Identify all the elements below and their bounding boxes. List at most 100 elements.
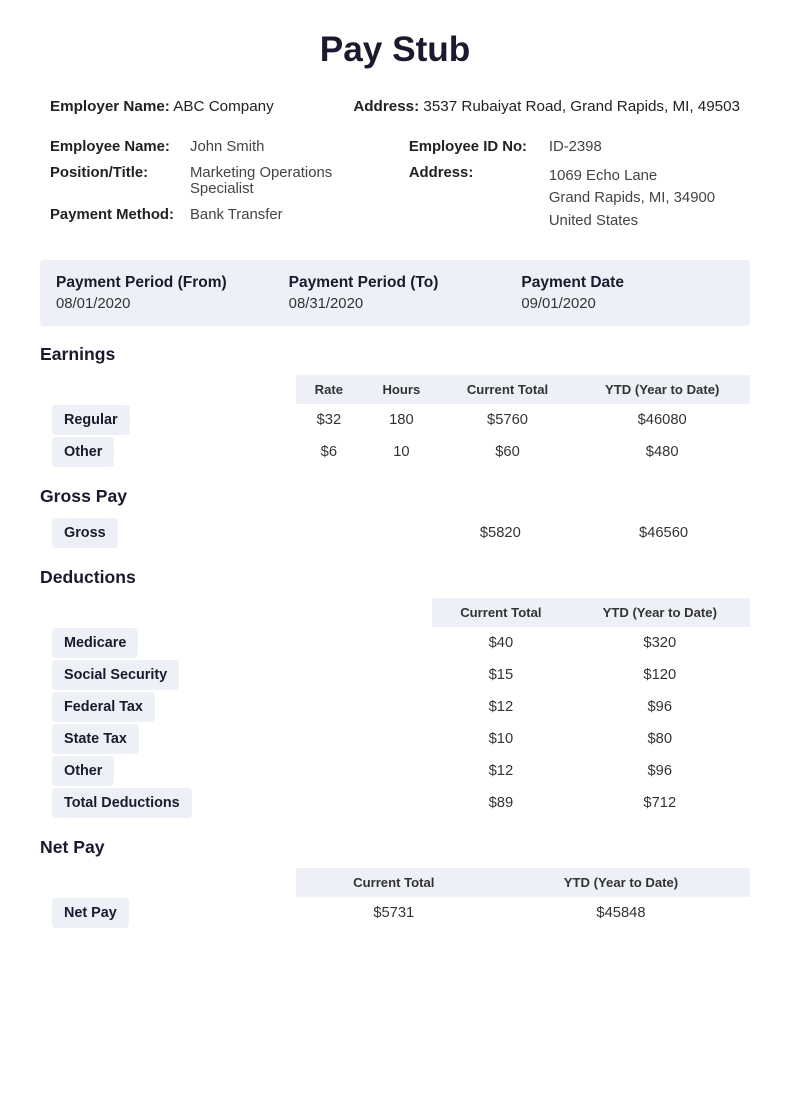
deductions-row-ytd: $96: [570, 755, 750, 787]
deductions-col-empty: [40, 598, 296, 627]
deductions-row: Medicare $40 $320: [40, 627, 750, 659]
gross-current: $5820: [424, 517, 578, 549]
page-title: Pay Stub: [40, 30, 750, 70]
deductions-row-ytd: $712: [570, 787, 750, 819]
deductions-row-ytd: $80: [570, 723, 750, 755]
period-date-label: Payment Date: [521, 274, 734, 292]
earnings-row-rate: $6: [296, 436, 363, 468]
earnings-table: Rate Hours Current Total YTD (Year to Da…: [40, 375, 750, 468]
deductions-row-ytd: $320: [570, 627, 750, 659]
gross-ytd: $46560: [577, 517, 750, 549]
net-pay-row: Net Pay $5731 $45848: [40, 897, 750, 929]
earnings-row-current: $5760: [441, 404, 575, 436]
deductions-table: Current Total YTD (Year to Date) Medicar…: [40, 598, 750, 819]
net-pay-ytd: $45848: [492, 897, 750, 929]
employer-section: Employer Name: ABC Company Address: 3537…: [40, 98, 750, 115]
period-date-value: 09/01/2020: [521, 296, 734, 312]
position-value: Marketing Operations Specialist: [190, 165, 381, 197]
employer-left: Employer Name: ABC Company: [50, 98, 274, 115]
period-from-col: Payment Period (From) 08/01/2020: [56, 274, 269, 312]
deductions-row: Total Deductions $89 $712: [40, 787, 750, 819]
deductions-row-ytd: $96: [570, 691, 750, 723]
earnings-col-current: Current Total: [441, 375, 575, 404]
deductions-row-label: State Tax: [52, 724, 139, 754]
net-pay-label: Net Pay: [52, 898, 129, 928]
earnings-row: Regular $32 180 $5760 $46080: [40, 404, 750, 436]
earnings-title: Earnings: [40, 344, 750, 365]
deductions-row-current: $40: [432, 627, 569, 659]
deductions-row-label: Total Deductions: [52, 788, 192, 818]
employer-name-value: ABC Company: [173, 98, 273, 115]
deductions-col-spacer: [296, 598, 433, 627]
period-to-value: 08/31/2020: [289, 296, 502, 312]
deductions-col-current: Current Total: [432, 598, 569, 627]
deductions-col-ytd: YTD (Year to Date): [570, 598, 750, 627]
employee-name-value: John Smith: [190, 139, 264, 155]
deductions-row: Other $12 $96: [40, 755, 750, 787]
net-pay-table: Current Total YTD (Year to Date) Net Pay…: [40, 868, 750, 929]
position-label: Position/Title:: [50, 165, 190, 197]
earnings-row-rate: $32: [296, 404, 363, 436]
earnings-col-empty: [40, 375, 296, 404]
earnings-row: Other $6 10 $60 $480: [40, 436, 750, 468]
employer-right: Address: 3537 Rubaiyat Road, Grand Rapid…: [353, 98, 740, 115]
payment-method-value: Bank Transfer: [190, 207, 283, 223]
gross-label: Gross: [52, 518, 118, 548]
employee-name-label: Employee Name:: [50, 139, 190, 155]
netpay-col-empty: [40, 868, 296, 897]
deductions-row: Social Security $15 $120: [40, 659, 750, 691]
employer-address-value: 3537 Rubaiyat Road, Grand Rapids, MI, 49…: [423, 98, 740, 115]
net-pay-current: $5731: [296, 897, 492, 929]
period-from-value: 08/01/2020: [56, 296, 269, 312]
period-from-label: Payment Period (From): [56, 274, 269, 292]
earnings-col-ytd: YTD (Year to Date): [574, 375, 750, 404]
earnings-row-ytd: $480: [574, 436, 750, 468]
payment-period-section: Payment Period (From) 08/01/2020 Payment…: [40, 260, 750, 326]
deductions-title: Deductions: [40, 567, 750, 588]
payment-method-label: Payment Method:: [50, 207, 190, 223]
employee-id-row: Employee ID No: ID-2398: [409, 139, 740, 155]
deductions-row-label: Other: [52, 756, 114, 786]
employee-address-value: 1069 Echo Lane Grand Rapids, MI, 34900 U…: [549, 165, 715, 232]
deductions-row-ytd: $120: [570, 659, 750, 691]
net-pay-title: Net Pay: [40, 837, 750, 858]
employer-address-label: Address:: [353, 98, 419, 115]
payment-method-row: Payment Method: Bank Transfer: [50, 207, 381, 223]
period-date-col: Payment Date 09/01/2020: [521, 274, 734, 312]
employee-right: Employee ID No: ID-2398 Address: 1069 Ec…: [409, 139, 740, 242]
gross-pay-table: Gross $5820 $46560: [40, 517, 750, 549]
deductions-row-current: $10: [432, 723, 569, 755]
employee-section: Employee Name: John Smith Position/Title…: [40, 139, 750, 242]
earnings-row-hours: 180: [362, 404, 441, 436]
employee-id-value: ID-2398: [549, 139, 602, 155]
earnings-row-label: Regular: [52, 405, 130, 435]
earnings-row-ytd: $46080: [574, 404, 750, 436]
deductions-row-current: $12: [432, 691, 569, 723]
employee-left: Employee Name: John Smith Position/Title…: [50, 139, 381, 242]
deductions-row-label: Social Security: [52, 660, 179, 690]
deductions-row: Federal Tax $12 $96: [40, 691, 750, 723]
deductions-row-current: $15: [432, 659, 569, 691]
earnings-row-hours: 10: [362, 436, 441, 468]
employee-address-label: Address:: [409, 165, 549, 232]
gross-row: Gross $5820 $46560: [40, 517, 750, 549]
period-to-col: Payment Period (To) 08/31/2020: [289, 274, 502, 312]
netpay-col-ytd: YTD (Year to Date): [492, 868, 750, 897]
earnings-row-current: $60: [441, 436, 575, 468]
period-to-label: Payment Period (To): [289, 274, 502, 292]
deductions-row-current: $89: [432, 787, 569, 819]
employee-address-row: Address: 1069 Echo Lane Grand Rapids, MI…: [409, 165, 740, 232]
deductions-row-current: $12: [432, 755, 569, 787]
earnings-col-rate: Rate: [296, 375, 363, 404]
employee-name-row: Employee Name: John Smith: [50, 139, 381, 155]
earnings-col-hours: Hours: [362, 375, 441, 404]
deductions-row-label: Federal Tax: [52, 692, 155, 722]
netpay-col-current: Current Total: [296, 868, 492, 897]
position-row: Position/Title: Marketing Operations Spe…: [50, 165, 381, 197]
employee-id-label: Employee ID No:: [409, 139, 549, 155]
earnings-row-label: Other: [52, 437, 114, 467]
employer-name-label: Employer Name:: [50, 98, 170, 115]
deductions-row-label: Medicare: [52, 628, 138, 658]
gross-pay-title: Gross Pay: [40, 486, 750, 507]
deductions-row: State Tax $10 $80: [40, 723, 750, 755]
